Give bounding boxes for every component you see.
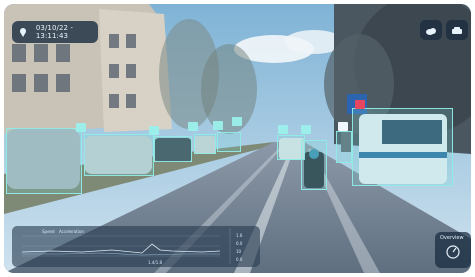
map-pin-icon[interactable]: [16, 24, 30, 40]
detection-box-motorcycle: [301, 140, 327, 190]
detection-tag: [149, 126, 159, 135]
compass-icon: [445, 244, 461, 264]
detection-box-car: [194, 134, 216, 154]
speed-label: Speed: [42, 229, 55, 234]
value-2: 0.0: [236, 241, 243, 246]
overview-widget[interactable]: Overview: [435, 232, 471, 268]
value-1: 1.6: [236, 233, 243, 238]
detection-box-car: [6, 128, 82, 194]
detection-tag: [355, 100, 365, 109]
detection-tag: [301, 125, 311, 134]
timestamp-text: 03/10/22 - 13:11:43: [35, 24, 74, 40]
car-button[interactable]: [446, 20, 468, 40]
detection-tag: [76, 123, 86, 132]
detection-tag: [232, 117, 242, 126]
detection-tag: [188, 122, 198, 131]
detection-box-car: [217, 132, 241, 152]
detection-tag: [278, 125, 288, 134]
detection-tag: [338, 122, 348, 131]
detection-box-car: [154, 136, 192, 162]
cloud-icon: [425, 21, 437, 40]
value-4: 0.0: [236, 257, 243, 262]
value-3: 10: [236, 249, 242, 254]
detection-box-car: [84, 134, 154, 176]
overview-label: Overview: [440, 235, 464, 241]
car-icon: [451, 21, 463, 40]
x-tick-label: 1.4/1.8: [148, 260, 163, 265]
timestamp-overlay: 03/10/22 - 13:11:43: [12, 21, 98, 43]
detection-box-pedestrian: [336, 131, 352, 163]
detection-tag: [213, 121, 223, 130]
acceleration-label: Acceleration: [59, 229, 84, 234]
cloud-button[interactable]: [420, 20, 442, 40]
telemetry-panel: Speed Acceleration 1.4/1.8 1.6 0.0 10 0.…: [12, 226, 260, 267]
detection-box-bus: [352, 108, 453, 186]
camera-frame: 03/10/22 - 13:11:43 Speed Acceleration 1…: [4, 4, 471, 273]
